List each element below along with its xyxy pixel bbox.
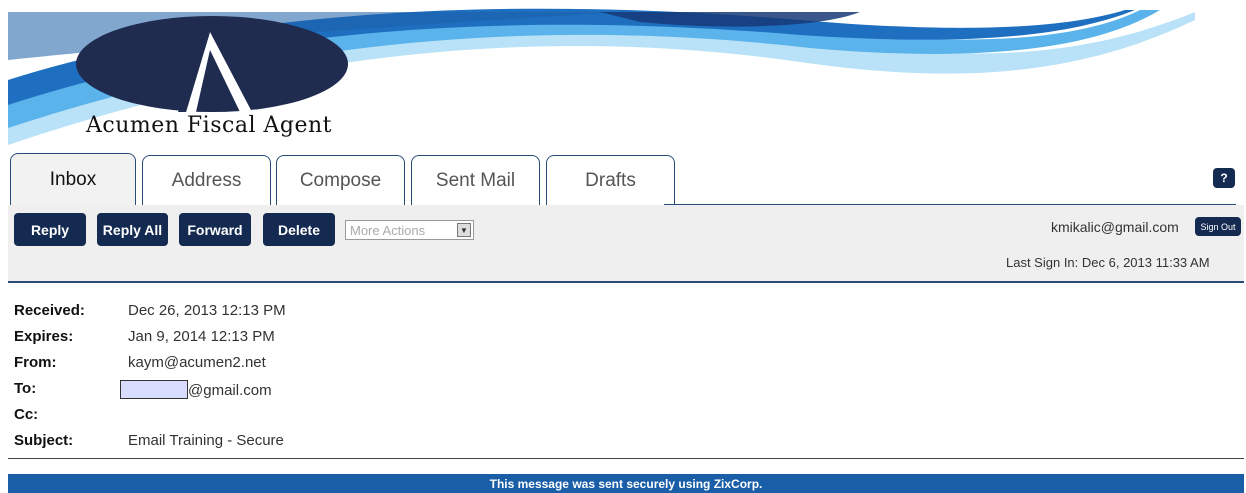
tab-drafts[interactable]: Drafts: [546, 155, 675, 205]
field-label: Subject:: [14, 432, 74, 449]
more-actions-select[interactable]: More Actions ▼: [345, 220, 474, 240]
header-divider: [8, 458, 1244, 459]
tab-inbox[interactable]: Inbox: [10, 153, 136, 205]
field-value: Email Training - Secure: [128, 432, 284, 449]
field-value: kaym@acumen2.net: [128, 354, 266, 371]
redacted-box: [120, 380, 188, 399]
header-banner: Acumen Fiscal Agent: [0, 0, 1246, 150]
field-value: @gmail.com: [188, 382, 272, 399]
tab-sent-mail[interactable]: Sent Mail: [411, 155, 540, 205]
reply-button[interactable]: Reply: [14, 213, 86, 246]
help-icon[interactable]: ?: [1213, 168, 1235, 188]
brand-name: Acumen Fiscal Agent: [86, 113, 332, 138]
field-label: To:: [14, 380, 37, 397]
last-sign-in: Last Sign In: Dec 6, 2013 11:33 AM: [1006, 255, 1210, 270]
user-email: kmikalic@gmail.com: [1051, 219, 1179, 235]
field-value-wrap: @gmail.com: [120, 380, 272, 399]
tab-compose[interactable]: Compose: [276, 155, 405, 205]
tab-address[interactable]: Address: [142, 155, 271, 205]
secure-footer: This message was sent securely using Zix…: [8, 474, 1244, 493]
forward-button[interactable]: Forward: [179, 213, 251, 246]
sign-out-button[interactable]: Sign Out: [1195, 217, 1241, 236]
field-label: Cc:: [14, 406, 39, 423]
delete-button[interactable]: Delete: [263, 213, 335, 246]
tab-bar: Inbox Address Compose Sent Mail Drafts: [10, 153, 1246, 205]
logo-ellipse: [76, 16, 348, 112]
field-label: From:: [14, 354, 57, 371]
chevron-down-icon: ▼: [457, 223, 471, 237]
reply-all-button[interactable]: Reply All: [97, 213, 168, 246]
field-value: Dec 26, 2013 12:13 PM: [128, 302, 286, 319]
field-value: Jan 9, 2014 12:13 PM: [128, 328, 275, 345]
more-actions-label: More Actions: [350, 222, 426, 238]
field-label: Received:: [14, 302, 85, 319]
field-label: Expires:: [14, 328, 74, 345]
message-toolbar: Reply Reply All Forward Delete More Acti…: [8, 205, 1244, 283]
